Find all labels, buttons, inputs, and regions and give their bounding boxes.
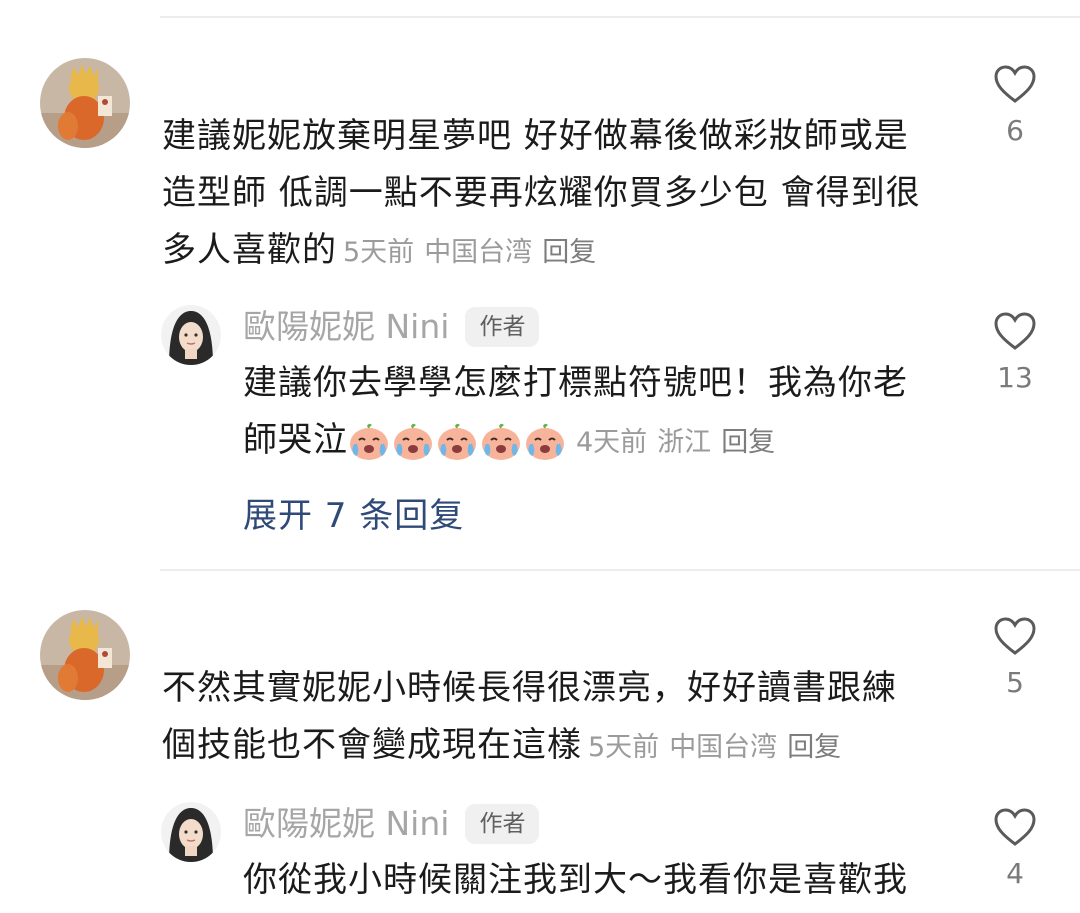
comment-line: 建議妮妮放棄明星夢吧 好好做幕後做彩妝師或是 — [162, 116, 909, 156]
reply-body[interactable]: 你從我小時候關注我到大～我看你是喜歡我 — [243, 852, 943, 909]
like-button[interactable]: 4 — [975, 807, 1055, 891]
like-count: 4 — [1006, 857, 1024, 890]
comment-line: 不然其實妮妮小時候長得很漂亮，好好讀書跟練 — [162, 668, 897, 708]
comment-line: 多人喜歡的 — [162, 230, 337, 270]
emoji-group — [348, 422, 568, 462]
like-button[interactable]: 13 — [975, 311, 1055, 395]
comment-time: 5天前 — [343, 237, 415, 268]
comment-location: 中国台湾 — [424, 237, 533, 268]
reply-line: 師哭泣 — [243, 420, 348, 460]
crying-face-icon — [438, 423, 476, 460]
heart-icon — [994, 312, 1036, 350]
reply-username[interactable]: 歐陽妮妮 Nini — [243, 804, 449, 844]
expand-replies-link[interactable]: 展开 7 条回复 — [243, 488, 464, 537]
crying-face-icon — [526, 423, 564, 460]
divider — [160, 569, 1080, 571]
divider-top — [160, 16, 1080, 18]
reply-header: 歐陽妮妮 Nini 作者 — [243, 307, 540, 347]
reply-button[interactable]: 回复 — [787, 732, 841, 763]
heart-icon — [994, 65, 1036, 103]
reply-line: 你從我小時候關注我到大～我看你是喜歡我 — [243, 860, 908, 900]
author-avatar[interactable] — [161, 802, 221, 862]
reply-line: 建議你去學學怎麼打標點符號吧！我為你老 — [243, 363, 908, 403]
like-count: 6 — [1006, 114, 1024, 147]
heart-icon — [994, 808, 1036, 846]
crying-face-icon — [350, 423, 388, 460]
reply-username[interactable]: 歐陽妮妮 Nini — [243, 307, 449, 347]
reply-header: 歐陽妮妮 Nini 作者 — [243, 804, 540, 844]
commenter-avatar[interactable] — [40, 610, 130, 700]
like-button[interactable]: 5 — [975, 616, 1055, 700]
comment-line: 造型師 低調一點不要再炫耀你買多少包 會得到很 — [162, 173, 921, 213]
comment-meta: 5天前 中国台湾 回复 — [588, 732, 851, 763]
author-badge: 作者 — [465, 307, 540, 347]
comment-body[interactable]: 不然其實妮妮小時候長得很漂亮，好好讀書跟練 個技能也不會變成現在這樣 5天前 中国台… — [162, 660, 962, 776]
reply-body[interactable]: 建議你去學學怎麼打標點符號吧！我為你老 師哭泣 4天前 浙江 回复 — [243, 355, 943, 471]
crying-face-icon — [394, 423, 432, 460]
like-count: 5 — [1006, 666, 1024, 699]
commenter-avatar[interactable] — [40, 58, 130, 148]
comment-meta: 5天前 中国台湾 回复 — [343, 237, 606, 268]
comment-location: 中国台湾 — [669, 732, 778, 763]
reply-location: 浙江 — [657, 427, 712, 458]
reply-button[interactable]: 回复 — [721, 427, 775, 458]
comment-line: 個技能也不會變成現在這樣 — [162, 725, 582, 765]
reply-button[interactable]: 回复 — [542, 237, 596, 268]
like-count: 13 — [997, 361, 1033, 394]
author-avatar[interactable] — [161, 305, 221, 365]
reply-time: 4天前 — [576, 427, 648, 458]
heart-icon — [994, 617, 1036, 655]
crying-face-icon — [482, 423, 520, 460]
like-button[interactable]: 6 — [975, 64, 1055, 148]
reply-meta: 4天前 浙江 回复 — [576, 427, 785, 458]
author-badge: 作者 — [465, 804, 540, 844]
comment-body[interactable]: 建議妮妮放棄明星夢吧 好好做幕後做彩妝師或是 造型師 低調一點不要再炫耀你買多少… — [162, 108, 962, 281]
comment-time: 5天前 — [588, 732, 660, 763]
